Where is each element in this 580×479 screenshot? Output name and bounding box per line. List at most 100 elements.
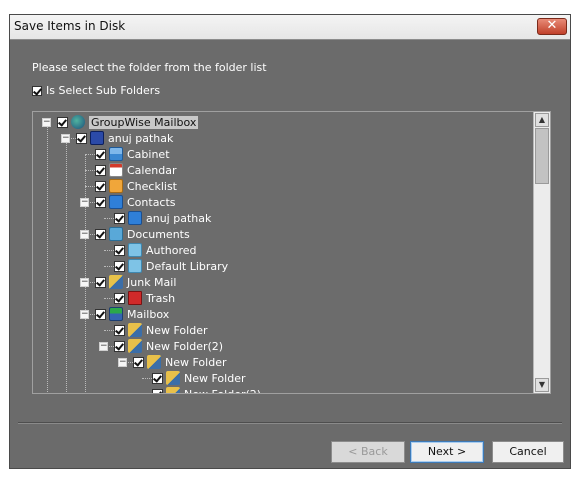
tree-connector: [66, 138, 67, 392]
tree-connector: [104, 250, 114, 251]
select-subfolders-option[interactable]: Is Select Sub Folders: [32, 84, 160, 97]
tree-node-label[interactable]: anuj pathak: [108, 132, 173, 145]
tree-node[interactable]: Calendar: [95, 162, 176, 178]
collapse-toggle-icon[interactable]: −: [61, 134, 70, 143]
tree-node-label[interactable]: GroupWise Mailbox: [89, 115, 199, 129]
cabinet-icon: [109, 147, 123, 161]
tree-node[interactable]: Trash: [114, 290, 175, 306]
scroll-up-arrow-icon[interactable]: ▲: [535, 113, 549, 127]
tree-node-checkbox[interactable]: [95, 180, 106, 192]
calendar-icon: [109, 163, 123, 177]
collapse-toggle-icon[interactable]: −: [80, 310, 89, 319]
scroll-down-arrow-icon[interactable]: ▼: [535, 378, 549, 392]
tree-node-checkbox[interactable]: [95, 308, 106, 320]
tree-connector: [104, 218, 114, 219]
tree-node-label[interactable]: Default Library: [146, 260, 228, 273]
collapse-toggle-icon[interactable]: −: [42, 118, 51, 127]
tree-node-checkbox[interactable]: [114, 340, 125, 352]
tree-node-label[interactable]: New Folder: [146, 324, 207, 337]
next-button[interactable]: Next >: [410, 441, 484, 463]
tree-node[interactable]: Default Library: [114, 258, 228, 274]
tree-node[interactable]: Junk Mail: [95, 274, 176, 290]
tree-node[interactable]: anuj pathak: [76, 130, 173, 146]
tree-node-label[interactable]: Checklist: [127, 180, 177, 193]
tree-node-label[interactable]: Mailbox: [127, 308, 169, 321]
collapse-toggle-icon[interactable]: −: [99, 342, 108, 351]
tree-node-checkbox[interactable]: [95, 228, 106, 240]
tree-node-checkbox[interactable]: [95, 196, 106, 208]
tree-node[interactable]: New Folder: [133, 354, 226, 370]
tree-node-label[interactable]: Contacts: [127, 196, 176, 209]
tree-node-label[interactable]: Authored: [146, 244, 197, 257]
collapse-toggle-icon[interactable]: −: [80, 278, 89, 287]
tree-node-checkbox[interactable]: [152, 372, 163, 384]
tree-node-label[interactable]: Junk Mail: [127, 276, 176, 289]
close-button[interactable]: ✕: [537, 18, 567, 35]
tree-connector: [47, 122, 48, 392]
tree-connector: [104, 298, 114, 299]
tree-node-checkbox[interactable]: [76, 132, 87, 144]
tree-node[interactable]: Checklist: [95, 178, 177, 194]
tree-node[interactable]: New Folder: [152, 370, 245, 386]
tree-connector: [104, 266, 114, 267]
tree-connector: [85, 186, 95, 187]
folder-icon: [128, 339, 142, 353]
tree-node[interactable]: Cabinet: [95, 146, 170, 162]
scroll-thumb[interactable]: [535, 128, 549, 184]
collapse-toggle-icon[interactable]: −: [80, 198, 89, 207]
tree-node[interactable]: GroupWise Mailbox: [57, 114, 199, 130]
globe-icon: [71, 115, 85, 129]
select-subfolders-checkbox[interactable]: [32, 85, 42, 96]
tree-node[interactable]: anuj pathak: [114, 210, 211, 226]
tree-node[interactable]: Mailbox: [95, 306, 169, 322]
tree-node-checkbox[interactable]: [114, 292, 125, 304]
tree-node-checkbox[interactable]: [95, 276, 106, 288]
tree-node-checkbox[interactable]: [95, 164, 106, 176]
collapse-toggle-icon[interactable]: −: [118, 358, 127, 367]
tree-node[interactable]: Documents: [95, 226, 190, 242]
tree-node[interactable]: New Folder(2): [114, 338, 223, 354]
footer-divider: [18, 422, 562, 424]
folder-icon: [147, 355, 161, 369]
cancel-button[interactable]: Cancel: [492, 441, 564, 463]
tree-node[interactable]: New Folder(2): [152, 386, 261, 394]
collapse-toggle-icon[interactable]: −: [80, 230, 89, 239]
tree-node[interactable]: New Folder: [114, 322, 207, 338]
tree-node-label[interactable]: Documents: [127, 228, 190, 241]
checklist-icon: [109, 179, 123, 193]
documents-icon: [109, 227, 123, 241]
tree-node-label[interactable]: New Folder(2): [146, 340, 223, 353]
tree-node-checkbox[interactable]: [152, 388, 163, 393]
tree-node[interactable]: Authored: [114, 242, 197, 258]
tree-node-label[interactable]: Calendar: [127, 164, 176, 177]
save-items-dialog: Save Items in Disk ✕ Please select the f…: [9, 14, 571, 469]
tree-node-label[interactable]: New Folder: [165, 356, 226, 369]
tree-node-checkbox[interactable]: [114, 212, 125, 224]
tree-node-label[interactable]: anuj pathak: [146, 212, 211, 225]
junk-mail-icon: [109, 275, 123, 289]
library-icon: [128, 259, 142, 273]
tree-connector: [85, 154, 95, 155]
tree-node-checkbox[interactable]: [57, 116, 68, 128]
tree-node-label[interactable]: New Folder: [184, 372, 245, 385]
folder-tree[interactable]: GroupWise Mailbox − anuj pathak − Cabinet Cal…: [32, 111, 551, 394]
tree-node-label[interactable]: Cabinet: [127, 148, 170, 161]
tree-node-label[interactable]: Trash: [146, 292, 175, 305]
tree-node-label[interactable]: New Folder(2): [184, 388, 261, 394]
tree-node-checkbox[interactable]: [95, 148, 106, 160]
contact-card-icon: [128, 211, 142, 225]
select-subfolders-label: Is Select Sub Folders: [46, 84, 161, 97]
tree-node-checkbox[interactable]: [114, 260, 125, 272]
title-bar: Save Items in Disk ✕: [10, 15, 570, 40]
tree-node[interactable]: Contacts: [95, 194, 176, 210]
tree-connector: [104, 330, 114, 331]
tree-node-checkbox[interactable]: [114, 324, 125, 336]
folder-icon: [166, 371, 180, 385]
tree-node-checkbox[interactable]: [133, 356, 144, 368]
back-button[interactable]: < Back: [331, 441, 405, 463]
window-title: Save Items in Disk: [14, 19, 126, 33]
tree-node-checkbox[interactable]: [114, 244, 125, 256]
tree-connector: [85, 154, 86, 393]
server-icon: [90, 131, 104, 145]
tree-vertical-scrollbar[interactable]: ▲ ▼: [533, 112, 550, 393]
